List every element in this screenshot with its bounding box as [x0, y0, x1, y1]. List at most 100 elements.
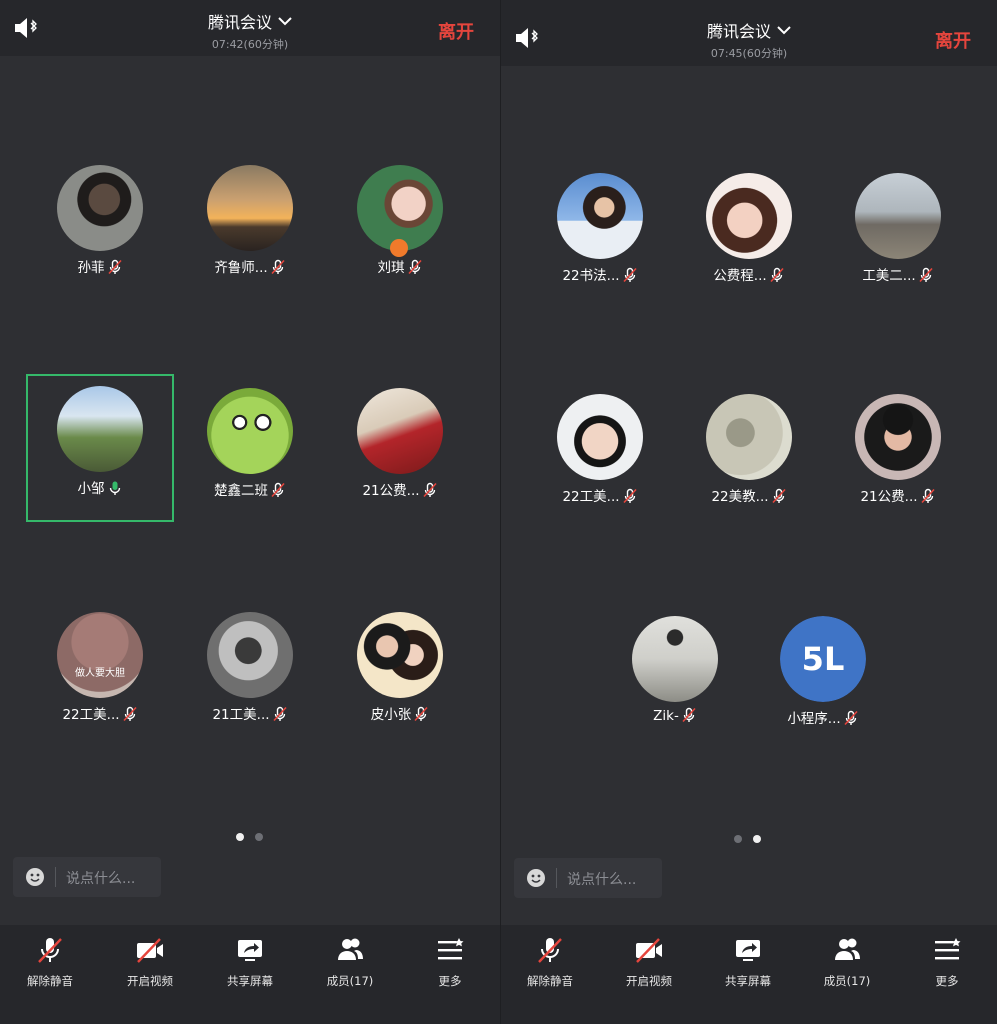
- toolbar-label: 共享屏幕: [725, 974, 771, 988]
- more-menu-icon: [438, 938, 464, 960]
- participant-tile[interactable]: 5L 小程序...: [749, 604, 897, 752]
- mic-off-icon: [38, 938, 62, 963]
- toolbar-label: 成员(17): [823, 974, 871, 988]
- divider: [556, 868, 557, 888]
- participant-tile[interactable]: 皮小张: [326, 600, 474, 748]
- avatar: [557, 394, 643, 480]
- participant-tile-active-speaker[interactable]: 小邹: [26, 374, 174, 522]
- participant-tile[interactable]: 齐鲁师...: [176, 153, 324, 301]
- meeting-title: 腾讯会议: [207, 13, 272, 32]
- participant-tile[interactable]: 公费程...: [675, 161, 823, 309]
- mic-muted-icon: [769, 267, 785, 283]
- toolbar-label: 更多: [935, 974, 959, 988]
- more-button[interactable]: 更多: [907, 935, 987, 989]
- page-dot[interactable]: [255, 833, 263, 841]
- toolbar-label: 更多: [438, 974, 462, 988]
- participant-tile[interactable]: 21公费...: [326, 376, 474, 524]
- chevron-down-icon: [278, 17, 292, 26]
- participant-tile[interactable]: 22书法...: [526, 161, 674, 309]
- meeting-screen-right: 腾讯会议 07:45(60分钟) 离开 22书法... 公费程... 工美二..…: [501, 0, 997, 1024]
- toolbar-label: 解除静音: [27, 974, 73, 988]
- mic-muted-icon: [843, 710, 859, 726]
- participant-tile[interactable]: 21工美...: [176, 600, 324, 748]
- mic-muted-icon: [107, 259, 123, 275]
- avatar: [632, 616, 718, 702]
- members-button[interactable]: 成员(17): [807, 935, 887, 989]
- avatar: 5L: [780, 616, 866, 702]
- participant-name: 22工美...: [62, 707, 120, 723]
- participant-name: 皮小张: [370, 707, 412, 723]
- participant-name: 齐鲁师...: [214, 260, 268, 276]
- chat-input[interactable]: 说点什么...: [514, 858, 662, 898]
- mic-muted-icon: [918, 267, 934, 283]
- avatar: [207, 612, 293, 698]
- avatar: 做人要大胆: [57, 612, 143, 698]
- page-dot[interactable]: [236, 833, 244, 841]
- avatar: [557, 173, 643, 259]
- participant-tile[interactable]: 孙菲: [26, 153, 174, 301]
- participant-name: 21公费...: [362, 483, 420, 499]
- page-indicator[interactable]: [734, 835, 761, 843]
- mic-muted-icon: [122, 706, 138, 722]
- share-screen-icon: [238, 940, 262, 961]
- mic-muted-icon: [920, 488, 936, 504]
- mic-muted-icon: [622, 267, 638, 283]
- share-screen-icon: [736, 940, 760, 961]
- participant-name: 工美二...: [862, 268, 916, 284]
- avatar: [357, 388, 443, 474]
- avatar: [57, 386, 143, 472]
- avatar: [855, 173, 941, 259]
- members-icon: [338, 938, 363, 960]
- meeting-title-area[interactable]: 腾讯会议 07:42(60分钟): [0, 9, 500, 52]
- video-off-icon: [137, 938, 163, 963]
- mic-muted-icon: [622, 488, 638, 504]
- more-menu-icon: [935, 938, 961, 960]
- start-video-button[interactable]: 开启视频: [609, 935, 689, 989]
- toolbar-label: 开启视频: [626, 974, 672, 988]
- top-bar: 腾讯会议 07:45(60分钟) 离开: [501, 0, 997, 66]
- avatar: [706, 394, 792, 480]
- leave-button[interactable]: 离开: [438, 18, 474, 44]
- mic-muted-icon: [270, 259, 286, 275]
- host-badge-icon: [390, 239, 408, 257]
- chevron-down-icon: [777, 26, 791, 35]
- avatar: [855, 394, 941, 480]
- bottom-toolbar: 解除静音 开启视频 共享屏幕 成员(17) 更多: [0, 925, 500, 1024]
- mic-muted-icon: [771, 488, 787, 504]
- chat-input[interactable]: 说点什么...: [13, 857, 161, 897]
- page-indicator[interactable]: [236, 833, 263, 841]
- mic-speaking-icon: [107, 480, 123, 496]
- participant-tile[interactable]: 楚鑫二班: [176, 376, 324, 524]
- participant-name: 21公费...: [860, 489, 918, 505]
- participant-tile[interactable]: 刘琪: [326, 153, 474, 301]
- share-screen-button[interactable]: 共享屏幕: [210, 935, 290, 989]
- members-icon: [835, 938, 860, 960]
- toolbar-label: 解除静音: [527, 974, 573, 988]
- participant-tile[interactable]: 21公费...: [824, 382, 972, 530]
- page-dot[interactable]: [753, 835, 761, 843]
- participant-tile[interactable]: 22美教...: [675, 382, 823, 530]
- participant-tile[interactable]: 工美二...: [824, 161, 972, 309]
- unmute-button[interactable]: 解除静音: [510, 935, 590, 989]
- emoji-icon[interactable]: [526, 868, 546, 888]
- divider: [55, 867, 56, 887]
- participant-tile[interactable]: 22工美...: [526, 382, 674, 530]
- meeting-title: 腾讯会议: [706, 22, 771, 41]
- avatar: [357, 612, 443, 698]
- mic-muted-icon: [681, 707, 697, 723]
- share-screen-button[interactable]: 共享屏幕: [708, 935, 788, 989]
- emoji-icon[interactable]: [25, 867, 45, 887]
- start-video-button[interactable]: 开启视频: [110, 935, 190, 989]
- participant-name: 小邹: [77, 481, 105, 497]
- participant-name: 孙菲: [77, 260, 105, 276]
- meeting-timer: 07:42(60分钟): [211, 38, 289, 51]
- unmute-button[interactable]: 解除静音: [10, 935, 90, 989]
- members-button[interactable]: 成员(17): [310, 935, 390, 989]
- participant-tile[interactable]: 做人要大胆 22工美...: [26, 600, 174, 748]
- participant-tile[interactable]: Zik-: [601, 604, 749, 752]
- participant-name: 小程序...: [787, 711, 841, 727]
- page-dot[interactable]: [734, 835, 742, 843]
- meeting-title-area[interactable]: 腾讯会议 07:45(60分钟): [501, 18, 997, 61]
- leave-button[interactable]: 离开: [935, 27, 971, 53]
- more-button[interactable]: 更多: [410, 935, 490, 989]
